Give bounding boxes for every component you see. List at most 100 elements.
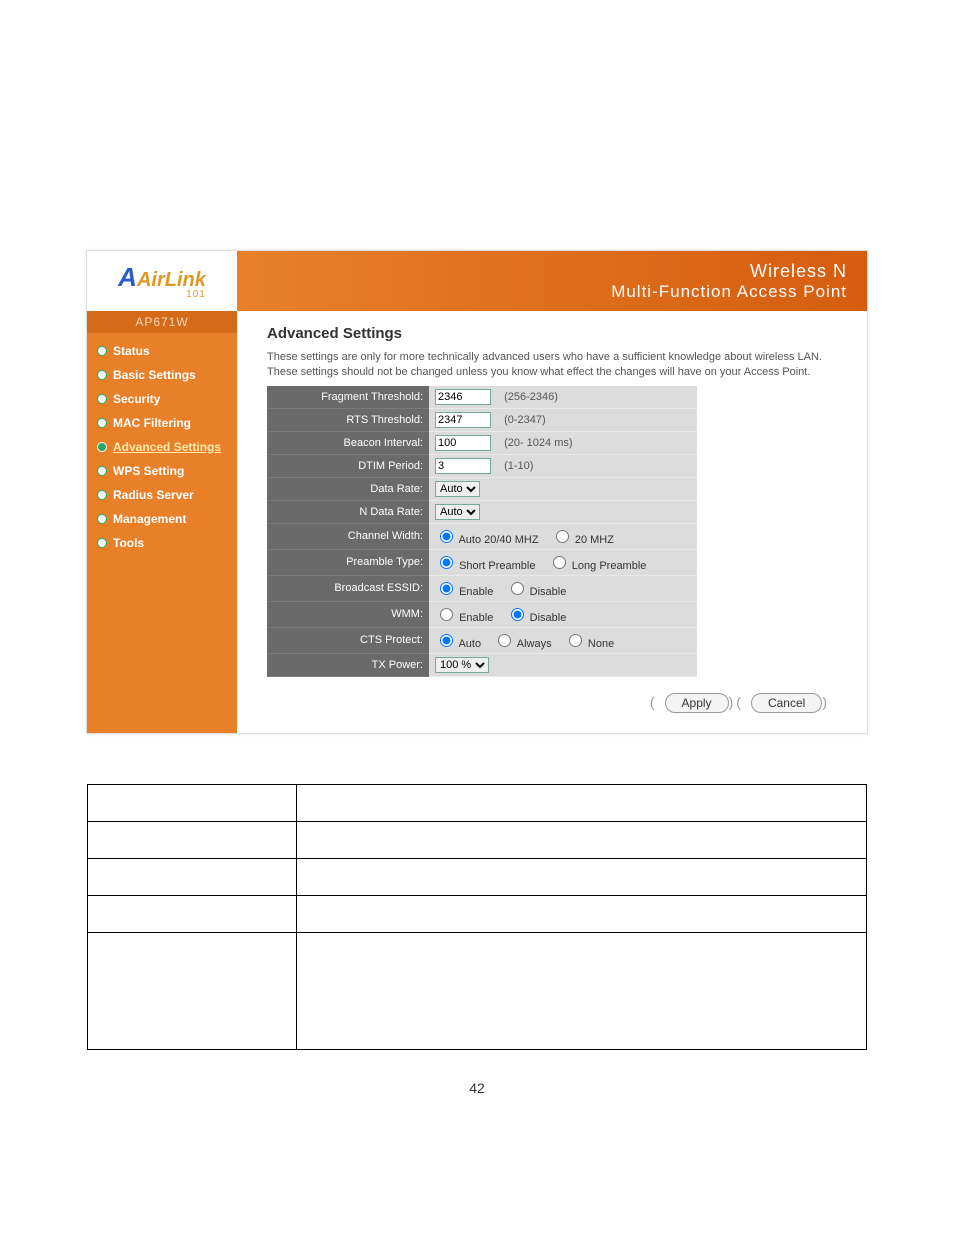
nav-item-label: Management: [113, 512, 186, 526]
radio-icon[interactable]: [440, 634, 453, 647]
opt-label: Auto: [458, 638, 481, 650]
table-row: [88, 858, 867, 895]
radio-icon[interactable]: [556, 530, 569, 543]
logo-text: AirLink: [137, 269, 206, 291]
bullet-icon: [97, 538, 107, 548]
broadcast-essid-enable[interactable]: Enable: [435, 586, 493, 598]
opt-label: None: [588, 638, 614, 650]
banner-line2: Multi-Function Access Point: [611, 282, 847, 302]
desc-cell: [297, 784, 867, 821]
dtim-period-hint: (1-10): [504, 460, 533, 472]
apply-button[interactable]: Apply: [665, 693, 729, 713]
cts-always[interactable]: Always: [493, 638, 551, 650]
nav-item-label: Tools: [113, 536, 144, 550]
radio-icon[interactable]: [569, 634, 582, 647]
opt-label: Enable: [459, 612, 493, 624]
cts-none[interactable]: None: [564, 638, 614, 650]
channel-width-opt1[interactable]: Auto 20/40 MHZ: [435, 534, 539, 546]
dtim-period-input[interactable]: [435, 458, 491, 474]
cancel-button[interactable]: Cancel: [751, 693, 822, 713]
sidebar: AP671W Status Basic Settings Security MA…: [87, 311, 237, 733]
bullet-icon: [97, 466, 107, 476]
nav-item-label: Radius Server: [113, 488, 194, 502]
term-cell: [88, 821, 297, 858]
bullet-icon: [97, 514, 107, 524]
content-panel: Advanced Settings These settings are onl…: [237, 311, 867, 733]
preamble-type-label: Preamble Type:: [267, 549, 429, 575]
channel-width-opt2[interactable]: 20 MHZ: [551, 534, 614, 546]
data-rate-select[interactable]: Auto: [435, 481, 480, 497]
opt-label: Enable: [459, 586, 493, 598]
beacon-interval-input[interactable]: [435, 435, 491, 451]
table-row: [88, 821, 867, 858]
radio-icon[interactable]: [440, 530, 453, 543]
desc-cell: [297, 932, 867, 1049]
router-ui-screenshot: AAirLink 101 Wireless N Multi-Function A…: [86, 250, 868, 734]
n-data-rate-label: N Data Rate:: [267, 500, 429, 523]
desc-cell: [297, 821, 867, 858]
nav-mac-filtering[interactable]: MAC Filtering: [87, 411, 237, 435]
cts-auto[interactable]: Auto: [435, 638, 481, 650]
beacon-interval-hint: (20- 1024 ms): [504, 437, 572, 449]
nav-list: Status Basic Settings Security MAC Filte…: [87, 339, 237, 555]
term-cell: [88, 784, 297, 821]
definition-table: [87, 784, 867, 1050]
bullet-icon: [97, 490, 107, 500]
nav-wps-setting[interactable]: WPS Setting: [87, 459, 237, 483]
fragment-threshold-input[interactable]: [435, 389, 491, 405]
opt-label: Disable: [530, 586, 567, 598]
opt-label: Disable: [530, 612, 567, 624]
radio-icon[interactable]: [440, 582, 453, 595]
nav-management[interactable]: Management: [87, 507, 237, 531]
term-cell: [88, 932, 297, 1049]
radio-icon[interactable]: [498, 634, 511, 647]
nav-advanced-settings[interactable]: Advanced Settings: [87, 435, 237, 459]
banner-line1: Wireless N: [750, 261, 847, 282]
banner: Wireless N Multi-Function Access Point: [237, 251, 867, 311]
settings-table: Fragment Threshold: (256-2346) RTS Thres…: [267, 386, 697, 677]
broadcast-essid-disable[interactable]: Disable: [506, 586, 567, 598]
page-title: Advanced Settings: [267, 325, 847, 342]
desc-cell: [297, 858, 867, 895]
preamble-opt1[interactable]: Short Preamble: [435, 560, 536, 572]
rts-threshold-input[interactable]: [435, 412, 491, 428]
radio-icon[interactable]: [440, 608, 453, 621]
fragment-threshold-label: Fragment Threshold:: [267, 386, 429, 409]
opt-label: Always: [517, 638, 552, 650]
nav-radius-server[interactable]: Radius Server: [87, 483, 237, 507]
broadcast-essid-label: Broadcast ESSID:: [267, 575, 429, 601]
page-desc: These settings are only for more technic…: [267, 350, 847, 380]
tx-power-select[interactable]: 100 %: [435, 657, 489, 673]
bullet-icon: [97, 442, 107, 452]
bullet-icon: [97, 346, 107, 356]
opt-label: Auto 20/40 MHZ: [458, 534, 538, 546]
n-data-rate-select[interactable]: Auto: [435, 504, 480, 520]
logo: AAirLink 101: [87, 251, 237, 311]
opt-label: Long Preamble: [572, 560, 647, 572]
nav-item-label: WPS Setting: [113, 464, 184, 478]
rts-threshold-label: RTS Threshold:: [267, 408, 429, 431]
channel-width-label: Channel Width:: [267, 523, 429, 549]
nav-status[interactable]: Status: [87, 339, 237, 363]
nav-item-label: Advanced Settings: [113, 440, 221, 454]
nav-item-label: Security: [113, 392, 160, 406]
bullet-icon: [97, 394, 107, 404]
page-number: 42: [60, 1080, 894, 1096]
wmm-disable[interactable]: Disable: [506, 612, 567, 624]
wmm-enable[interactable]: Enable: [435, 612, 493, 624]
fragment-threshold-hint: (256-2346): [504, 391, 558, 403]
preamble-opt2[interactable]: Long Preamble: [548, 560, 647, 572]
nav-basic-settings[interactable]: Basic Settings: [87, 363, 237, 387]
cts-protect-label: CTS Protect:: [267, 627, 429, 653]
radio-icon[interactable]: [511, 608, 524, 621]
bullet-icon: [97, 418, 107, 428]
opt-label: Short Preamble: [459, 560, 535, 572]
radio-icon[interactable]: [553, 556, 566, 569]
nav-tools[interactable]: Tools: [87, 531, 237, 555]
radio-icon[interactable]: [440, 556, 453, 569]
nav-item-label: MAC Filtering: [113, 416, 191, 430]
beacon-interval-label: Beacon Interval:: [267, 431, 429, 454]
radio-icon[interactable]: [511, 582, 524, 595]
nav-security[interactable]: Security: [87, 387, 237, 411]
dtim-period-label: DTIM Period:: [267, 454, 429, 477]
